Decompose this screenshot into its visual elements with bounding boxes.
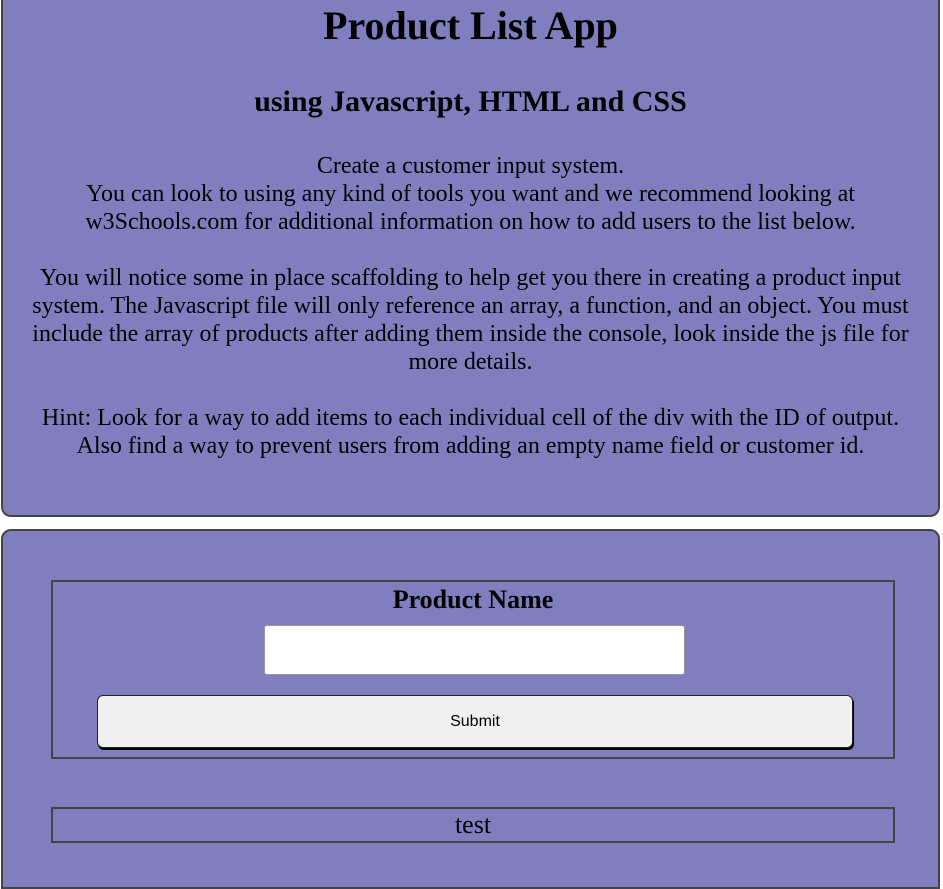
hint-text: Hint: Look for a way to add items to eac…	[41, 405, 900, 459]
page-subtitle: using Javascript, HTML and CSS	[254, 85, 687, 118]
submit-button[interactable]: Submit	[97, 695, 853, 748]
instructions-line-1: Create a customer input system.	[316, 153, 625, 179]
product-form-panel: Product Name Submit test	[1, 529, 940, 889]
instructions-line-2: You can look to using any kind of tools …	[85, 181, 856, 235]
output-list: test	[51, 807, 895, 843]
page-title: Product List App	[323, 3, 618, 48]
product-name-label: Product Name	[392, 585, 554, 614]
instructions-paragraph-2: You will notice some in place scaffoldin…	[32, 265, 909, 375]
intro-panel: Product List App using Javascript, HTML …	[1, 0, 940, 517]
instructions: Create a customer input system. You can …	[29, 152, 912, 460]
product-name-input[interactable]	[264, 625, 685, 675]
output-item: test	[454, 810, 492, 839]
product-entry-box: Product Name Submit	[51, 580, 895, 759]
